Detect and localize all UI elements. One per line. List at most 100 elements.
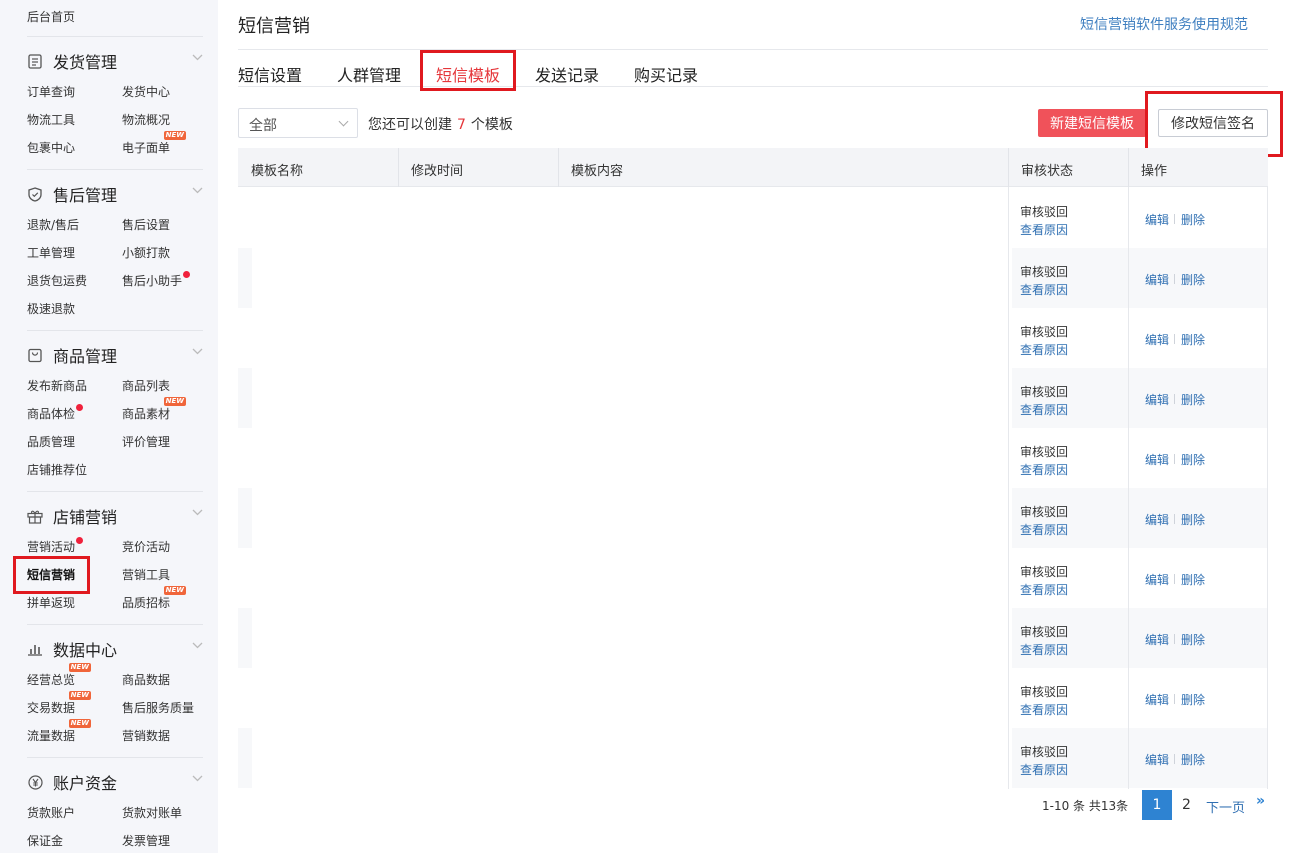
- page-2-button[interactable]: 2: [1182, 797, 1191, 813]
- sidebar-item-business-overview[interactable]: 经营总览 NEW: [27, 663, 92, 688]
- review-status: 审核驳回: [1020, 265, 1069, 279]
- sidebar-item-fast-refund[interactable]: 极速退款: [27, 300, 75, 317]
- new-sms-template-button[interactable]: 新建短信模板: [1038, 109, 1146, 137]
- tab-purchase-records[interactable]: 购买记录: [634, 62, 698, 86]
- last-page-icon[interactable]: »: [1256, 793, 1265, 809]
- sidebar-home-link[interactable]: 后台首页: [27, 8, 75, 25]
- edit-link[interactable]: 编辑: [1145, 391, 1169, 408]
- sidebar-item-review-management[interactable]: 评价管理: [122, 433, 170, 450]
- delete-link[interactable]: 删除: [1181, 211, 1205, 228]
- sidebar-item-label: 品质招标: [122, 596, 171, 610]
- sms-service-rules-link[interactable]: 短信营销软件服务使用规范: [1080, 14, 1248, 34]
- sidebar-item-ticket-management[interactable]: 工单管理: [27, 244, 75, 261]
- sidebar-group-marketing[interactable]: 店铺营销: [27, 504, 207, 528]
- view-reason-link[interactable]: 查看原因: [1020, 461, 1068, 479]
- view-reason-link[interactable]: 查看原因: [1020, 341, 1068, 359]
- sidebar-item-logistics-tools[interactable]: 物流工具: [27, 111, 75, 128]
- sidebar-item-deposit[interactable]: 保证金: [27, 832, 63, 849]
- sidebar-item-quality-management[interactable]: 品质管理: [27, 433, 75, 450]
- sidebar-item-return-shipping[interactable]: 退货包运费: [27, 272, 87, 289]
- edit-link[interactable]: 编辑: [1145, 211, 1169, 228]
- sidebar-item-group-cashback[interactable]: 拼单返现: [27, 594, 75, 611]
- edit-link[interactable]: 编辑: [1145, 631, 1169, 648]
- delete-link[interactable]: 删除: [1181, 691, 1205, 708]
- sidebar-item-e-waybill[interactable]: 电子面单 NEW: [122, 131, 187, 156]
- tab-send-records[interactable]: 发送记录: [535, 62, 599, 86]
- delete-link[interactable]: 删除: [1181, 271, 1205, 288]
- view-reason-link[interactable]: 查看原因: [1020, 521, 1068, 539]
- edit-link[interactable]: 编辑: [1145, 691, 1169, 708]
- view-reason-link[interactable]: 查看原因: [1020, 581, 1068, 599]
- tab-audience-management[interactable]: 人群管理: [337, 62, 401, 86]
- sidebar-item-product-checkup[interactable]: 商品体检: [27, 404, 84, 422]
- sidebar-group-shipping[interactable]: 发货管理: [27, 49, 207, 73]
- edit-link[interactable]: 编辑: [1145, 331, 1169, 348]
- sidebar-item-traffic-data[interactable]: 流量数据 NEW: [27, 719, 92, 744]
- sidebar-item-shipping-center[interactable]: 发货中心: [122, 83, 170, 100]
- sidebar-item-aftersales-settings[interactable]: 售后设置: [122, 216, 170, 233]
- sidebar-item-label: 交易数据: [27, 701, 76, 715]
- notification-dot: [76, 404, 84, 411]
- sidebar-item-invoice-management[interactable]: 发票管理: [122, 832, 170, 849]
- sidebar-item-refund[interactable]: 退款/售后: [27, 216, 79, 233]
- delete-link[interactable]: 删除: [1181, 631, 1205, 648]
- delete-link[interactable]: 删除: [1181, 331, 1205, 348]
- view-reason-link[interactable]: 查看原因: [1020, 401, 1068, 419]
- view-reason-link[interactable]: 查看原因: [1020, 641, 1068, 659]
- edit-link[interactable]: 编辑: [1145, 571, 1169, 588]
- chevron-down-icon[interactable]: [192, 774, 203, 785]
- sidebar-item-marketing-activities[interactable]: 营销活动: [27, 537, 84, 555]
- shield-icon: [27, 186, 43, 202]
- edit-link[interactable]: 编辑: [1145, 751, 1169, 768]
- sidebar-item-product-list[interactable]: 商品列表: [122, 377, 170, 394]
- sidebar-item-product-assets[interactable]: 商品素材 NEW: [122, 397, 187, 422]
- sidebar-item-transaction-data[interactable]: 交易数据 NEW: [27, 691, 92, 716]
- view-reason-link[interactable]: 查看原因: [1020, 701, 1068, 719]
- sidebar-group-aftersales[interactable]: 售后管理: [27, 182, 207, 206]
- chevron-down-icon[interactable]: [192, 508, 203, 519]
- sidebar-group-account-funds[interactable]: 账户资金: [27, 770, 207, 794]
- delete-link[interactable]: 删除: [1181, 571, 1205, 588]
- sidebar-item-marketing-data[interactable]: 营销数据: [122, 727, 170, 744]
- sidebar-item-shop-recommend[interactable]: 店铺推荐位: [27, 461, 87, 478]
- delete-link[interactable]: 删除: [1181, 751, 1205, 768]
- sidebar-item-service-quality[interactable]: 售后服务质量: [122, 699, 194, 716]
- sidebar-item-logistics-overview[interactable]: 物流概况: [122, 111, 170, 128]
- redacted-area: [252, 608, 1012, 668]
- chevron-down-icon[interactable]: [192, 641, 203, 652]
- sidebar-group-data-center[interactable]: 数据中心: [27, 637, 207, 661]
- delete-link[interactable]: 删除: [1181, 451, 1205, 468]
- sidebar-group-products[interactable]: 商品管理: [27, 343, 207, 367]
- chevron-down-icon[interactable]: [192, 53, 203, 64]
- edit-link[interactable]: 编辑: [1145, 451, 1169, 468]
- edit-link[interactable]: 编辑: [1145, 271, 1169, 288]
- yen-icon: [27, 774, 43, 790]
- divider: [1174, 574, 1175, 584]
- view-reason-link[interactable]: 查看原因: [1020, 761, 1068, 779]
- sidebar-item-order-query[interactable]: 订单查询: [27, 83, 75, 100]
- sidebar-item-quality-bidding[interactable]: 品质招标 NEW: [122, 586, 187, 611]
- delete-link[interactable]: 删除: [1181, 511, 1205, 528]
- annotation-highlight: [420, 50, 516, 91]
- sidebar-item-product-data[interactable]: 商品数据: [122, 671, 170, 688]
- edit-link[interactable]: 编辑: [1145, 511, 1169, 528]
- sidebar-item-publish-product[interactable]: 发布新商品: [27, 377, 87, 394]
- sidebar-item-payment-statement[interactable]: 货款对账单: [122, 804, 182, 821]
- sidebar-item-small-payment[interactable]: 小额打款: [122, 244, 170, 261]
- sidebar-item-aftersales-assistant[interactable]: 售后小助手: [122, 271, 191, 289]
- sidebar-item-parcel-center[interactable]: 包裹中心: [27, 139, 75, 156]
- view-reason-link[interactable]: 查看原因: [1020, 281, 1068, 299]
- chevron-down-icon[interactable]: [192, 347, 203, 358]
- delete-link[interactable]: 删除: [1181, 391, 1205, 408]
- status-filter-select[interactable]: 全部: [238, 108, 358, 138]
- table-row: 审核驳回 查看原因 编辑 删除: [238, 188, 1268, 248]
- next-page-link[interactable]: 下一页: [1206, 797, 1245, 816]
- sidebar-item-bidding-activities[interactable]: 竞价活动: [122, 538, 170, 555]
- sidebar-item-payment-account[interactable]: 货款账户: [27, 804, 75, 821]
- view-reason-link[interactable]: 查看原因: [1020, 221, 1068, 239]
- page-1-button[interactable]: 1: [1142, 790, 1172, 820]
- chevron-down-icon[interactable]: [192, 186, 203, 197]
- sidebar-item-marketing-tools[interactable]: 营销工具: [122, 566, 170, 583]
- divider: [1174, 334, 1175, 344]
- tab-sms-settings[interactable]: 短信设置: [238, 62, 302, 86]
